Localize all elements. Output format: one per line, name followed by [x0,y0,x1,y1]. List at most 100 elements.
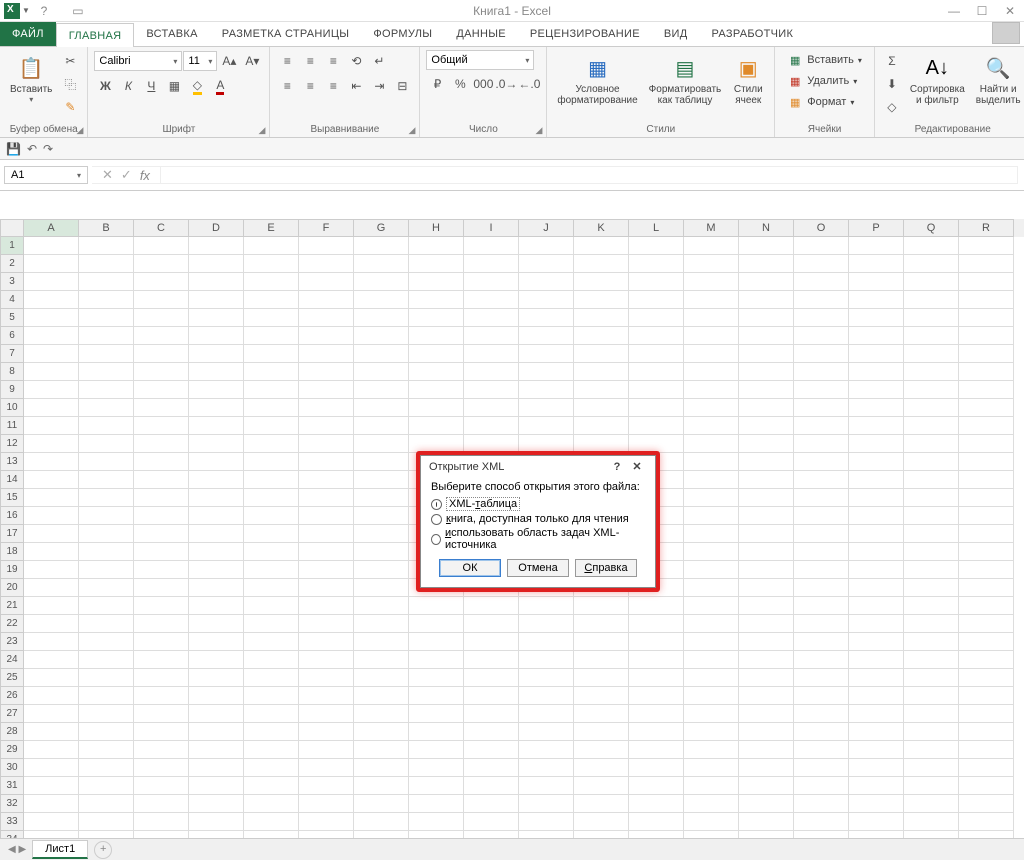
cell[interactable] [959,507,1014,525]
cell[interactable] [24,471,79,489]
cell[interactable] [189,579,244,597]
cell[interactable] [354,543,409,561]
cell[interactable] [409,795,464,813]
row-header[interactable]: 13 [0,453,24,471]
cell[interactable] [849,651,904,669]
cell[interactable] [574,723,629,741]
option-xml-taskpane[interactable]: использовать область задач XML-источника [431,527,645,551]
cell[interactable] [244,507,299,525]
cell[interactable] [684,237,739,255]
cell[interactable] [684,651,739,669]
cell[interactable] [629,309,684,327]
border-button[interactable]: ▦ [163,75,185,97]
column-header[interactable]: N [739,219,794,237]
cell[interactable] [629,597,684,615]
cell[interactable] [134,417,189,435]
option-xml-table[interactable]: XML-таблица [431,497,645,511]
cell[interactable] [629,687,684,705]
cell[interactable] [354,795,409,813]
cell[interactable] [464,399,519,417]
cell[interactable] [849,561,904,579]
cell[interactable] [519,327,574,345]
cell[interactable] [904,435,959,453]
cell[interactable] [134,291,189,309]
cell[interactable] [134,237,189,255]
cell[interactable] [739,453,794,471]
increase-decimal-button[interactable]: .0→ [495,73,517,95]
cell[interactable] [849,777,904,795]
cell[interactable] [904,597,959,615]
cell[interactable] [739,831,794,838]
cell[interactable] [574,399,629,417]
cell[interactable] [739,597,794,615]
fill-color-button[interactable]: ◇ [186,75,208,97]
cell[interactable] [79,417,134,435]
cell[interactable] [794,471,849,489]
cell[interactable] [904,579,959,597]
cell[interactable] [574,651,629,669]
delete-cells-button[interactable]: ▦Удалить▾ [781,71,863,91]
cell[interactable] [794,435,849,453]
cell[interactable] [519,345,574,363]
cell[interactable] [189,597,244,615]
cell[interactable] [189,561,244,579]
cell[interactable] [519,381,574,399]
cell[interactable] [24,633,79,651]
number-format-select[interactable]: Общий▾ [426,50,534,70]
cell[interactable] [684,543,739,561]
font-size-select[interactable]: 11▾ [183,51,217,71]
cell[interactable] [189,417,244,435]
row-header[interactable]: 24 [0,651,24,669]
cell[interactable] [739,489,794,507]
cell[interactable] [739,435,794,453]
decrease-decimal-button[interactable]: ←.0 [518,73,540,95]
cell[interactable] [574,255,629,273]
cell[interactable] [849,615,904,633]
cell[interactable] [574,381,629,399]
cell[interactable] [959,777,1014,795]
insert-cells-button[interactable]: ▦Вставить▾ [781,50,868,70]
cell[interactable] [794,309,849,327]
align-right-button[interactable]: ≡ [322,75,344,97]
cell[interactable] [299,759,354,777]
cell[interactable] [244,417,299,435]
cell[interactable] [79,831,134,838]
cell[interactable] [959,255,1014,273]
cell[interactable] [354,435,409,453]
cell[interactable] [189,345,244,363]
cell[interactable] [354,489,409,507]
row-header[interactable]: 30 [0,759,24,777]
redo-button[interactable]: ↷ [43,142,53,156]
cell[interactable] [574,345,629,363]
column-header[interactable]: R [959,219,1014,237]
cell[interactable] [79,507,134,525]
cell[interactable] [904,291,959,309]
align-top-button[interactable]: ≡ [276,50,298,72]
cell[interactable] [739,237,794,255]
cell[interactable] [189,723,244,741]
cell[interactable] [189,759,244,777]
cell[interactable] [464,633,519,651]
cell[interactable] [299,309,354,327]
cell[interactable] [409,363,464,381]
cell[interactable] [354,831,409,838]
align-bottom-button[interactable]: ≡ [322,50,344,72]
cell[interactable] [244,345,299,363]
cell[interactable] [739,561,794,579]
cell[interactable] [684,777,739,795]
cell[interactable] [79,291,134,309]
cell[interactable] [354,561,409,579]
row-header[interactable]: 3 [0,273,24,291]
cell[interactable] [904,669,959,687]
column-header[interactable]: A [24,219,79,237]
cell[interactable] [519,723,574,741]
cell[interactable] [629,291,684,309]
cell[interactable] [299,453,354,471]
cell[interactable] [299,399,354,417]
cell[interactable] [79,345,134,363]
cell[interactable] [739,327,794,345]
tab-view[interactable]: ВИД [652,22,700,46]
cell[interactable] [959,381,1014,399]
cell[interactable] [904,417,959,435]
cell[interactable] [574,615,629,633]
